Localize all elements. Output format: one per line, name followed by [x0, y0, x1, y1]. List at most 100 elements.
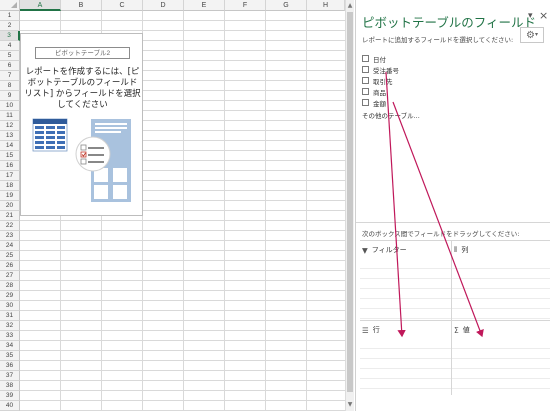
row-header-39[interactable]: 39 [0, 391, 20, 401]
row-header-26[interactable]: 26 [0, 261, 20, 271]
field-item-order-number[interactable]: 受注番号 [362, 64, 399, 75]
row-header-28[interactable]: 28 [0, 281, 20, 291]
row-header-10[interactable]: 10 [0, 101, 20, 111]
field-label: 受注番号 [373, 66, 399, 75]
row-header-17[interactable]: 17 [0, 171, 20, 181]
gear-icon: ⚙ [526, 30, 535, 41]
row-header-22[interactable]: 22 [0, 221, 20, 231]
row-header-24[interactable]: 24 [0, 241, 20, 251]
row-header-14[interactable]: 14 [0, 141, 20, 151]
row-header-19[interactable]: 19 [0, 191, 20, 201]
row-header-33[interactable]: 33 [0, 331, 20, 341]
row-header-35[interactable]: 35 [0, 351, 20, 361]
row-header-34[interactable]: 34 [0, 341, 20, 351]
column-header-g[interactable]: G [266, 0, 307, 11]
filter-icon: ▼ [362, 245, 368, 255]
columns-area-label: 列 [461, 246, 469, 254]
select-all-corner[interactable] [0, 0, 20, 11]
column-header-e[interactable]: E [184, 0, 225, 11]
values-area-label: 値 [462, 326, 470, 334]
row-header-25[interactable]: 25 [0, 251, 20, 261]
pane-splitter[interactable] [356, 222, 550, 223]
rows-drop-zone[interactable] [360, 339, 451, 395]
row-header-4[interactable]: 4 [0, 41, 20, 51]
field-checkbox[interactable] [362, 99, 369, 106]
row-header-12[interactable]: 12 [0, 121, 20, 131]
field-label: 取引先 [373, 77, 393, 86]
row-header-5[interactable]: 5 [0, 51, 20, 61]
scroll-down-icon[interactable]: ▼ [347, 401, 353, 409]
columns-drop-zone[interactable] [452, 259, 550, 320]
column-header-c[interactable]: C [102, 0, 143, 11]
excel-window: ABCDEFGH 1 2 3 4 5 6 7 8 9 10 11 12 13 14 15 16 17 18 19 20… [0, 0, 550, 411]
columns-icon: ⦀ [454, 245, 458, 254]
field-instruction: レポートに追加するフィールドを選択してください: [362, 36, 514, 44]
row-header-6[interactable]: 6 [0, 61, 20, 71]
row-header-11[interactable]: 11 [0, 111, 20, 121]
pivot-field-pane: ピボットテーブルのフィールド ▾ × レポートに追加するフィールドを選択してくだ… [355, 0, 550, 411]
close-icon[interactable]: × [539, 9, 548, 22]
row-header-2[interactable]: 2 [0, 21, 20, 31]
field-label: 商品 [373, 88, 386, 97]
row-header-1[interactable]: 1 [0, 11, 20, 21]
row-header-27[interactable]: 27 [0, 271, 20, 281]
field-label: 金額 [373, 99, 386, 108]
row-header-32[interactable]: 32 [0, 321, 20, 331]
row-header-36[interactable]: 36 [0, 361, 20, 371]
row-header-9[interactable]: 9 [0, 91, 20, 101]
pivot-table-name: ピボットテーブル2 [35, 47, 130, 59]
rows-area[interactable]: ☰ 行 [360, 320, 451, 395]
row-header-31[interactable]: 31 [0, 311, 20, 321]
row-header-3[interactable]: 3 [0, 31, 20, 41]
scroll-up-icon[interactable]: ▲ [347, 2, 353, 10]
more-tables-link[interactable]: その他のテーブル... [362, 110, 420, 120]
row-header-7[interactable]: 7 [0, 71, 20, 81]
sigma-icon: Σ [454, 325, 459, 335]
scrollbar-thumb[interactable] [347, 12, 353, 392]
field-checkbox[interactable] [362, 88, 369, 95]
row-header-21[interactable]: 21 [0, 211, 20, 221]
column-header-f[interactable]: F [225, 0, 266, 11]
row-header-8[interactable]: 8 [0, 81, 20, 91]
row-header-18[interactable]: 18 [0, 181, 20, 191]
column-header-h[interactable]: H [307, 0, 345, 11]
field-checkbox[interactable] [362, 66, 369, 73]
column-header-a[interactable]: A [20, 0, 61, 11]
row-header-16[interactable]: 16 [0, 161, 20, 171]
row-header-23[interactable]: 23 [0, 231, 20, 241]
area-divider [451, 240, 452, 395]
filter-area-label: フィルター [371, 246, 407, 254]
row-header-38[interactable]: 38 [0, 381, 20, 391]
field-item-customer[interactable]: 取引先 [362, 75, 399, 86]
field-checkbox[interactable] [362, 77, 369, 84]
drag-instruction: 次のボックス間でフィールドをドラッグしてください: [362, 230, 520, 238]
row-header-15[interactable]: 15 [0, 151, 20, 161]
filter-area[interactable]: ▼ フィルター [360, 240, 451, 320]
worksheet: ABCDEFGH 1 2 3 4 5 6 7 8 9 10 11 12 13 14 15 16 17 18 19 20… [0, 0, 345, 411]
column-header-b[interactable]: B [61, 0, 102, 11]
rows-icon: ☰ [362, 325, 369, 335]
row-header-30[interactable]: 30 [0, 301, 20, 311]
pivot-instruction-text: レポートを作成するには、[ピボットテーブルのフィールド リスト] からフィールド… [24, 67, 141, 110]
row-header-29[interactable]: 29 [0, 291, 20, 301]
field-checkbox[interactable] [362, 55, 369, 62]
field-item-date[interactable]: 日付 [362, 53, 399, 64]
pane-title: ピボットテーブルのフィールド [362, 15, 537, 30]
pane-options-dropdown-icon[interactable]: ▾ [528, 11, 533, 21]
rows-area-label: 行 [372, 326, 380, 334]
row-header-37[interactable]: 37 [0, 371, 20, 381]
columns-area[interactable]: ⦀ 列 [452, 240, 550, 320]
values-area[interactable]: Σ値 [452, 320, 550, 395]
field-item-product[interactable]: 商品 [362, 86, 399, 97]
row-header-13[interactable]: 13 [0, 131, 20, 141]
field-item-amount[interactable]: 金額 [362, 97, 399, 108]
vertical-scrollbar[interactable]: ▲ ▼ [345, 0, 354, 411]
column-header-d[interactable]: D [143, 0, 184, 11]
row-header-40[interactable]: 40 [0, 401, 20, 411]
pivot-table-placeholder[interactable]: ピボットテーブル2 レポートを作成するには、[ピボットテーブルのフィールド リス… [20, 33, 143, 216]
filter-drop-zone[interactable] [360, 259, 451, 320]
field-list: 日付 受注番号 取引先 商品 金額 [362, 53, 399, 108]
values-drop-zone[interactable] [452, 339, 550, 395]
gear-button[interactable]: ⚙▾ [520, 27, 544, 43]
row-header-20[interactable]: 20 [0, 201, 20, 211]
